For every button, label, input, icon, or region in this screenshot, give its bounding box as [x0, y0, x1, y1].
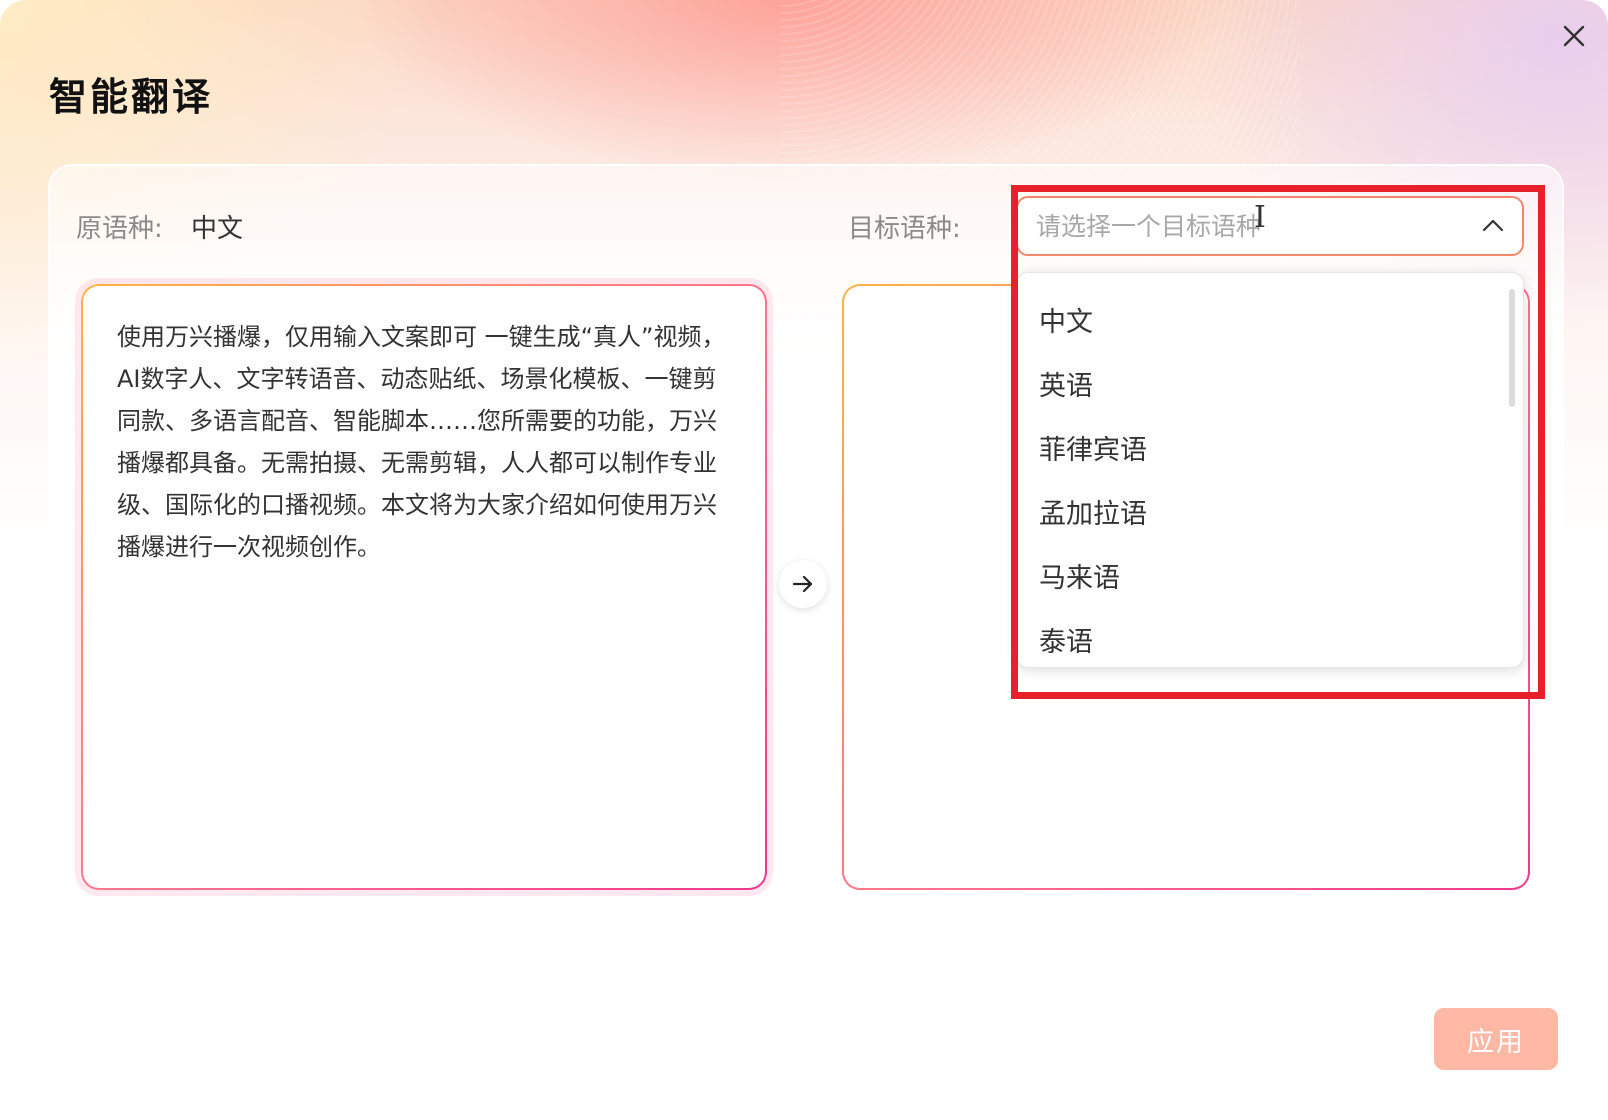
close-icon: [1563, 25, 1585, 47]
option-malay[interactable]: 马来语: [1017, 547, 1523, 611]
translate-arrow-button[interactable]: [779, 560, 827, 608]
target-language-select[interactable]: [1016, 196, 1524, 256]
option-bengali[interactable]: 孟加拉语: [1017, 483, 1523, 547]
option-filipino[interactable]: 菲律宾语: [1017, 419, 1523, 483]
source-text[interactable]: 使用万兴播爆，仅用输入文案即可 一键生成“真人”视频，AI数字人、文字转语音、动…: [83, 286, 765, 588]
option-thai[interactable]: 泰语: [1017, 611, 1523, 667]
target-language-dropdown: 中文 英语 菲律宾语 孟加拉语 马来语 泰语: [1016, 272, 1524, 668]
decorative-wave: [780, 0, 1300, 180]
target-language-label: 目标语种:: [848, 214, 961, 244]
source-language-value: 中文: [191, 214, 244, 244]
source-text-box[interactable]: 使用万兴播爆，仅用输入文案即可 一键生成“真人”视频，AI数字人、文字转语音、动…: [81, 284, 767, 890]
close-button[interactable]: [1556, 18, 1592, 54]
dropdown-scrollbar[interactable]: [1509, 289, 1515, 407]
language-options-list: 中文 英语 菲律宾语 孟加拉语 马来语 泰语: [1017, 273, 1523, 667]
page-title: 智能翻译: [49, 75, 214, 119]
source-language-label: 原语种:: [76, 214, 163, 244]
target-language-input[interactable]: [1034, 210, 1478, 242]
option-english[interactable]: 英语: [1017, 355, 1523, 419]
chevron-up-icon[interactable]: [1478, 211, 1508, 241]
arrow-right-icon: [792, 575, 813, 593]
option-chinese[interactable]: 中文: [1017, 291, 1523, 355]
translate-dialog: 智能翻译 原语种: 中文 目标语种: 使用万兴播爆，仅用输入文案即可 一键生成“…: [0, 0, 1608, 1120]
apply-button[interactable]: 应用: [1434, 1008, 1558, 1070]
